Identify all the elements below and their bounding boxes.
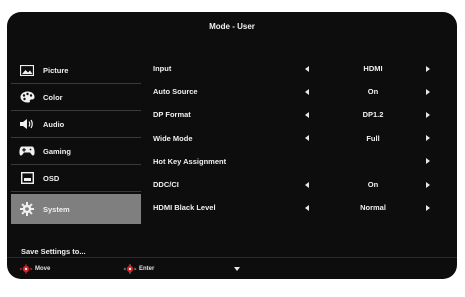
setting-value: HDMI: [363, 64, 383, 74]
setting-row-auto-source[interactable]: Auto Source On: [153, 80, 453, 103]
sidebar-item-picture[interactable]: Picture: [11, 57, 141, 84]
left-arrow-icon[interactable]: [305, 135, 309, 142]
setting-value: Normal: [360, 203, 386, 213]
sidebar-item-gaming[interactable]: Gaming: [11, 138, 141, 165]
setting-label: Auto Source: [153, 87, 198, 97]
setting-label: Wide Mode: [153, 133, 193, 143]
save-settings-button[interactable]: Save Settings to...: [21, 247, 86, 256]
sidebar-item-label: Gaming: [43, 146, 71, 156]
sidebar-item-label: Picture: [43, 65, 69, 75]
move-label: Move: [35, 266, 51, 272]
setting-value: DP1.2: [362, 110, 384, 120]
right-arrow-icon[interactable]: [426, 88, 430, 95]
setting-row-input[interactable]: Input HDMI: [153, 57, 453, 80]
joystick-move-icon: [19, 264, 33, 274]
sidebar-item-label: Color: [43, 92, 63, 102]
setting-row-hot-key-assignment[interactable]: Hot Key Assignment: [153, 150, 453, 173]
right-arrow-icon[interactable]: [426, 65, 430, 72]
sidebar-item-audio[interactable]: Audio: [11, 111, 141, 138]
move-hint: Move: [19, 264, 50, 274]
setting-row-dp-format[interactable]: DP Format DP1.2: [153, 103, 453, 126]
osd-icon: [19, 171, 35, 185]
setting-label: DP Format: [153, 110, 191, 120]
left-arrow-icon[interactable]: [305, 88, 309, 95]
picture-icon: [19, 63, 35, 77]
footer-hints: Move Enter: [7, 257, 457, 279]
palette-icon: [19, 90, 35, 104]
setting-label: HDMI Black Level: [153, 203, 216, 213]
sidebar-item-osd[interactable]: OSD: [11, 165, 141, 192]
setting-value: On: [367, 87, 379, 97]
setting-row-ddc-ci[interactable]: DDC/CI On: [153, 173, 453, 196]
right-arrow-icon[interactable]: [426, 181, 430, 188]
osd-menu: Mode - User Picture Color Audio Gaming O…: [7, 12, 457, 279]
joystick-enter-icon: [123, 264, 137, 274]
right-arrow-icon[interactable]: [426, 158, 430, 165]
left-arrow-icon[interactable]: [305, 65, 309, 72]
right-arrow-icon[interactable]: [426, 204, 430, 211]
sidebar-item-label: System: [43, 204, 70, 214]
sidebar: Picture Color Audio Gaming OSD System: [11, 57, 141, 224]
gamepad-icon: [19, 144, 35, 158]
setting-label: DDC/CI: [153, 180, 179, 190]
left-arrow-icon[interactable]: [305, 181, 309, 188]
enter-label: Enter: [139, 266, 155, 272]
setting-label: Input: [153, 64, 172, 74]
enter-hint: Enter: [123, 264, 154, 274]
menu-title: Mode - User: [209, 22, 255, 31]
left-arrow-icon[interactable]: [305, 111, 309, 118]
setting-value: On: [367, 180, 379, 190]
sidebar-item-color[interactable]: Color: [11, 84, 141, 111]
right-arrow-icon[interactable]: [426, 135, 430, 142]
gear-icon: [19, 202, 35, 216]
setting-label: Hot Key Assignment: [153, 156, 227, 166]
setting-row-hdmi-black-level[interactable]: HDMI Black Level Normal: [153, 196, 453, 219]
right-arrow-icon[interactable]: [426, 111, 430, 118]
sidebar-item-label: Audio: [43, 119, 65, 129]
setting-row-wide-mode[interactable]: Wide Mode Full: [153, 127, 453, 150]
speaker-icon: [19, 117, 35, 131]
sidebar-item-label: OSD: [43, 173, 60, 183]
sidebar-item-system[interactable]: System: [11, 194, 141, 224]
left-arrow-icon[interactable]: [305, 204, 309, 211]
settings-list: Input HDMI Auto Source On DP Format DP1.…: [153, 57, 453, 219]
setting-value: Full: [366, 133, 380, 143]
